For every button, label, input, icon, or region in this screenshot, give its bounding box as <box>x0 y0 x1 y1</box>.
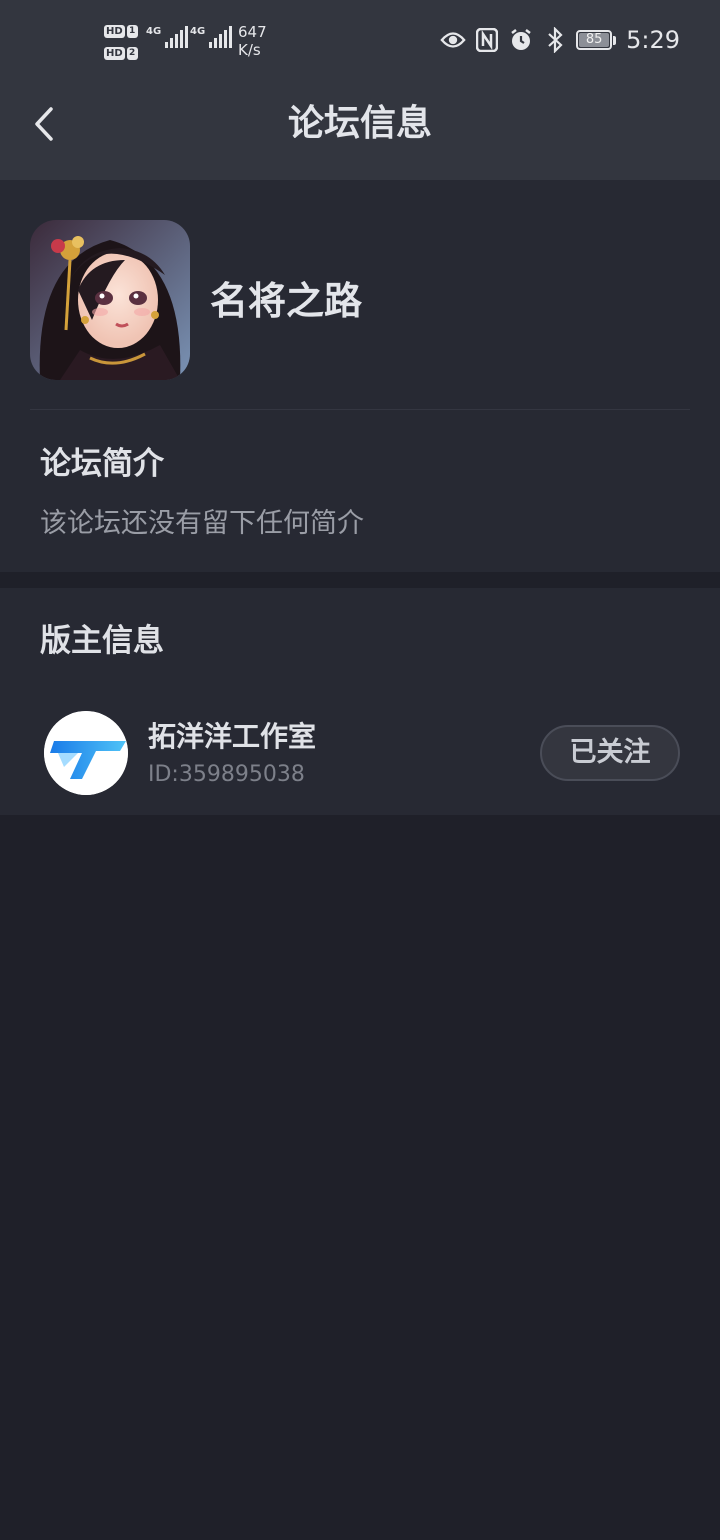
battery-level: 85 <box>579 33 610 47</box>
eye-icon <box>440 27 466 53</box>
status-icons: 85 5:29 <box>440 26 680 54</box>
forum-name: 名将之路 <box>210 279 363 323</box>
follow-button[interactable]: 已关注 <box>540 725 680 781</box>
forum-info-card: 名将之路 论坛简介 该论坛还没有留下任何简介 <box>0 180 720 572</box>
bluetooth-icon <box>542 27 568 53</box>
network-type-2: 4G <box>190 26 206 37</box>
signal-icon-2: 4G <box>190 26 233 48</box>
network-speed: 647 K/s <box>238 23 267 59</box>
studio-logo-icon <box>44 711 128 795</box>
sim1-hd-tag: HD <box>104 24 125 38</box>
moderator-section-title: 版主信息 <box>40 623 164 659</box>
page-title: 论坛信息 <box>287 103 432 144</box>
intro-section-title: 论坛简介 <box>40 446 164 482</box>
network-speed-unit: K/s <box>238 41 261 59</box>
sim-indicators: HD 1 HD 2 <box>104 22 140 62</box>
moderator-avatar[interactable] <box>44 711 128 795</box>
top-bar: HD 1 HD 2 4G 4G 647 K/s 85 5:29 论坛信息 <box>0 0 720 180</box>
network-speed-value: 647 <box>238 23 267 41</box>
sim2-number: 2 <box>126 46 138 60</box>
moderator-card: 版主信息 拓洋洋工作室 ID:359895038 已关注 <box>0 588 720 815</box>
intro-text: 该论坛还没有留下任何简介 <box>40 508 364 539</box>
alarm-icon <box>508 27 534 53</box>
header: 论坛信息 <box>0 84 720 180</box>
sim1-number: 1 <box>126 24 138 38</box>
forum-avatar <box>30 220 190 380</box>
divider <box>30 409 690 410</box>
sim2-hd-tag: HD <box>104 46 125 60</box>
status-bar: HD 1 HD 2 4G 4G 647 K/s 85 5:29 <box>0 0 720 84</box>
network-type-1: 4G <box>146 26 162 37</box>
signal-icon-1: 4G <box>146 26 189 48</box>
moderator-id: ID:359895038 <box>148 762 305 787</box>
sim1-indicator: HD 1 <box>104 22 140 40</box>
sim2-indicator: HD 2 <box>104 44 140 62</box>
nfc-icon <box>474 27 500 53</box>
battery-indicator: 85 <box>576 30 617 50</box>
moderator-name[interactable]: 拓洋洋工作室 <box>148 719 316 755</box>
status-time: 5:29 <box>626 26 680 54</box>
